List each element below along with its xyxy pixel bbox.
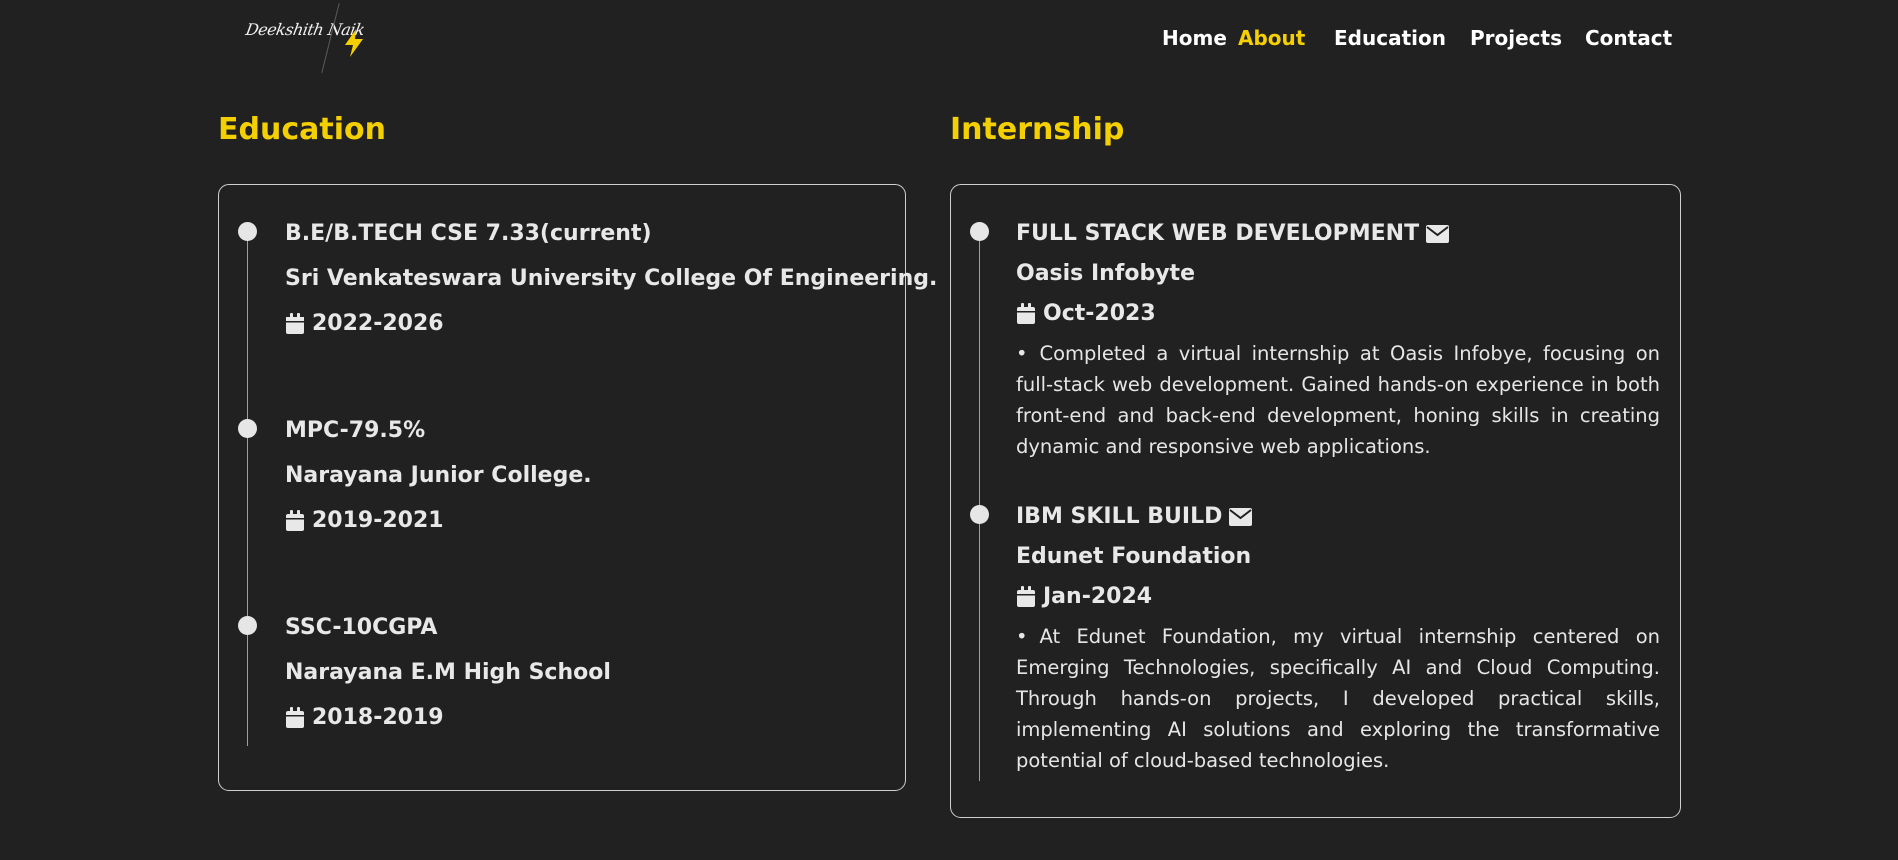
education-card: B.E/B.TECH CSE 7.33(current) Sri Venkate… [218,184,937,791]
education-degree: B.E/B.TECH CSE 7.33(current) [285,221,652,246]
education-years-row: 2022-2026 [285,311,937,337]
education-years-row: 2019-2021 [285,508,592,534]
internship-entry: FULL STACK WEB DEVELOPMENT Oasis Infobyt… [1016,221,1660,462]
envelope-icon [1229,508,1253,526]
education-heading: Education [218,112,386,147]
calendar-icon [286,510,304,531]
internship-role-row: FULL STACK WEB DEVELOPMENT [1016,221,1660,247]
timeline-dot [970,222,989,241]
internship-date: Oct-2023 [1043,301,1156,326]
nav-link-education[interactable]: Education [1334,26,1446,50]
internship-card: FULL STACK WEB DEVELOPMENT Oasis Infobyt… [950,184,1681,818]
internship-description: • Completed a virtual internship at Oasis… [1016,338,1660,462]
education-entry: SSC-10CGPA Narayana E.M High School 2018… [285,615,611,731]
internship-description: • At Edunet Foundation, my virtual intern… [1016,621,1660,776]
calendar-icon [1017,586,1035,607]
internship-timeline-line [979,225,980,781]
education-institution: Narayana Junior College. [285,463,592,488]
education-years-row: 2018-2019 [285,705,611,731]
internship-company: Oasis Infobyte [1016,261,1195,286]
nav-link-about[interactable]: About [1238,26,1305,50]
bullet: • [1016,625,1028,648]
timeline-dot [238,419,257,438]
internship-date-row: Oct-2023 [1016,301,1660,327]
nav-link-home[interactable]: Home [1162,26,1227,50]
education-institution: Sri Venkateswara University College Of E… [285,266,938,291]
page: Deekshith Naik Home About Education Proj… [0,0,1898,860]
timeline-dot [238,616,257,635]
education-degree: SSC-10CGPA [285,615,438,640]
internship-role-row: IBM SKILL BUILD [1016,504,1660,530]
education-timeline-line [247,225,248,746]
internship-company: Edunet Foundation [1016,544,1252,569]
main-nav: Home About Education Projects Contact [0,26,1898,52]
internship-date-row: Jan-2024 [1016,584,1660,610]
education-institution: Narayana E.M High School [285,660,611,685]
timeline-dot [238,222,257,241]
internship-description-text: At Edunet Foundation, my virtual interns… [1016,625,1660,772]
internship-role: FULL STACK WEB DEVELOPMENT [1016,221,1420,246]
timeline-dot [970,505,989,524]
nav-link-projects[interactable]: Projects [1470,26,1562,50]
education-years: 2018-2019 [312,705,444,730]
nav-link-contact[interactable]: Contact [1585,26,1672,50]
education-entry: MPC-79.5% Narayana Junior College. 2019-… [285,418,592,534]
internship-heading: Internship [950,112,1125,147]
calendar-icon [286,707,304,728]
education-entry: B.E/B.TECH CSE 7.33(current) Sri Venkate… [285,221,937,337]
education-years: 2022-2026 [312,311,444,336]
calendar-icon [286,313,304,334]
education-degree: MPC-79.5% [285,418,426,443]
bullet: • [1016,342,1028,365]
internship-role: IBM SKILL BUILD [1016,504,1223,529]
internship-description-text: Completed a virtual internship at Oasis … [1016,342,1660,458]
calendar-icon [1017,303,1035,324]
education-years: 2019-2021 [312,508,444,533]
internship-date: Jan-2024 [1043,584,1153,609]
envelope-icon [1426,225,1450,243]
internship-entry: IBM SKILL BUILD Edunet Foundation Jan-20… [1016,504,1660,776]
